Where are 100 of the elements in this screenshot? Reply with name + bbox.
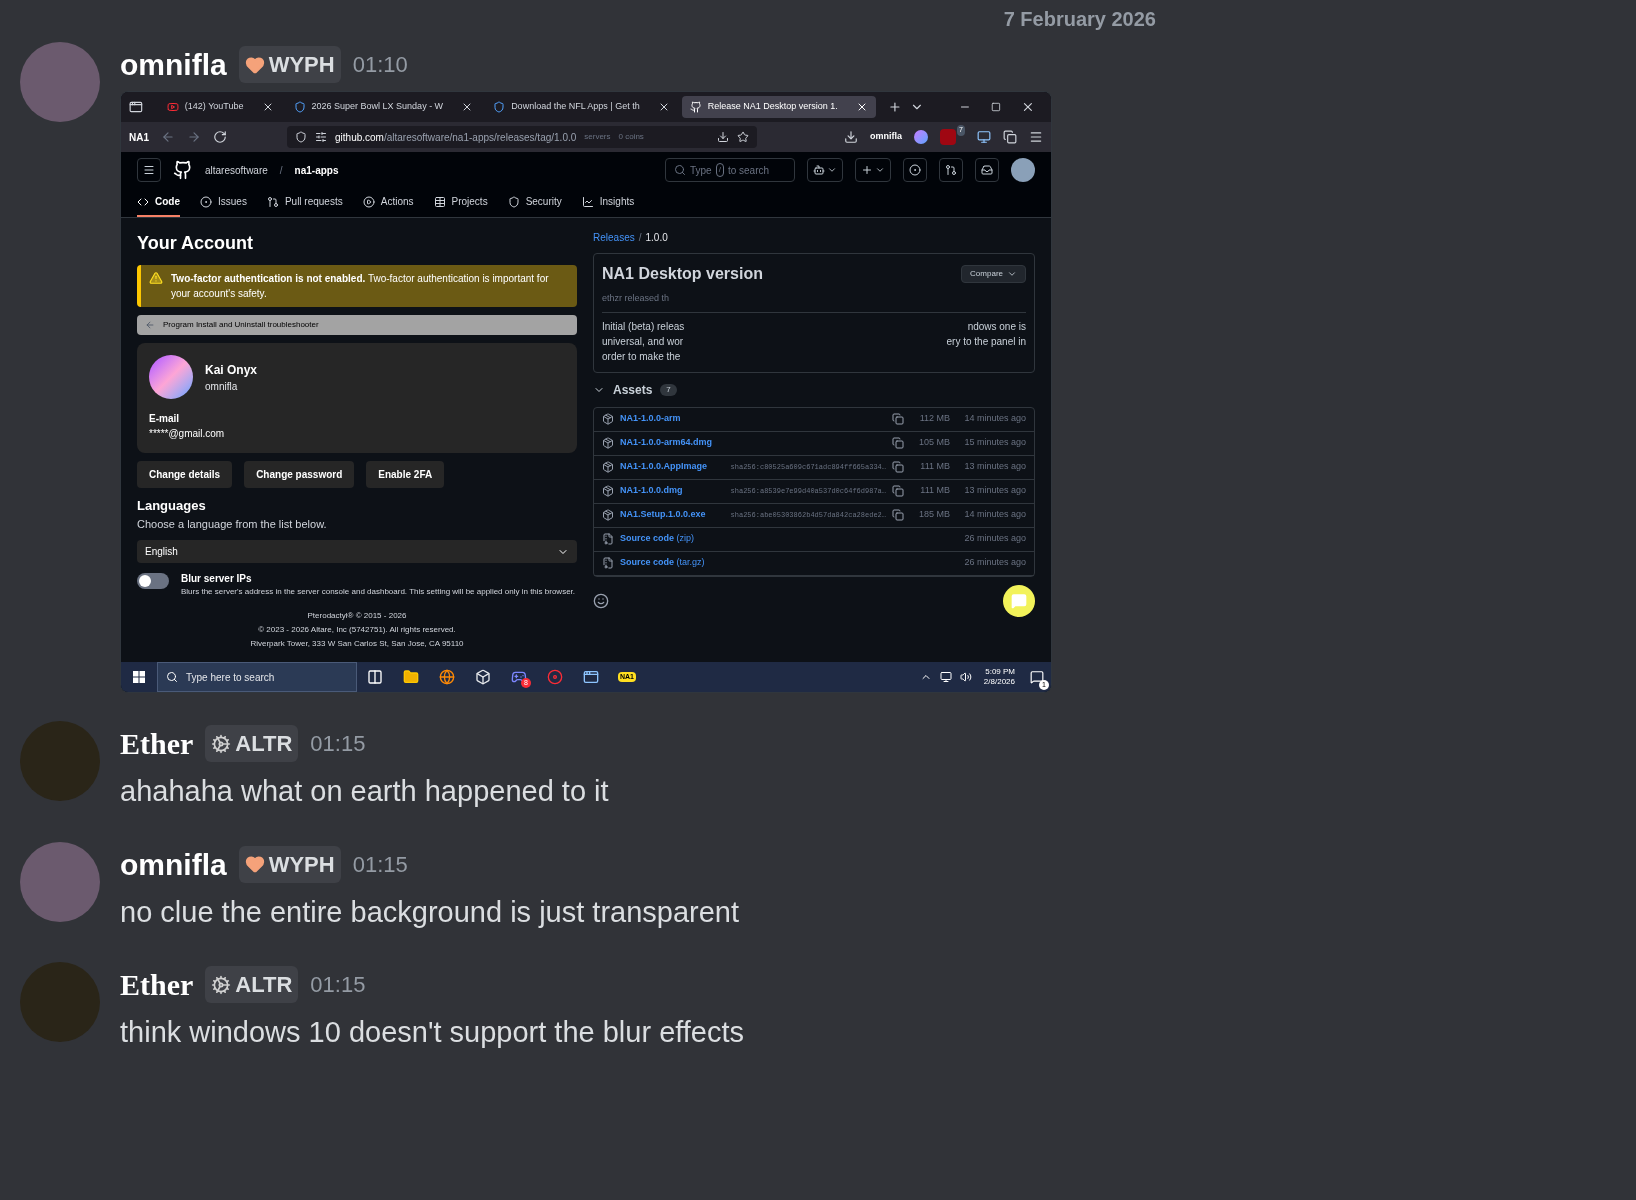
- video-icon: [166, 101, 179, 113]
- taskbar-search[interactable]: Type here to search: [157, 662, 357, 692]
- copy-icon[interactable]: [892, 437, 904, 449]
- asset-link[interactable]: Source code (tar.gz): [620, 556, 705, 570]
- create-button[interactable]: [855, 158, 891, 182]
- search-field[interactable]: Type / to search: [665, 158, 795, 182]
- menu-icon[interactable]: [1029, 130, 1043, 144]
- windows-logo: [133, 671, 145, 683]
- reaction-icon[interactable]: [593, 592, 609, 609]
- avatar: [149, 355, 193, 399]
- taskbar-clock[interactable]: 5:09 PM 2/8/2026: [983, 667, 1015, 687]
- breadcrumb-link[interactable]: Releases: [593, 230, 635, 245]
- permissions-icon: [315, 131, 327, 143]
- email-text: *****@gmail.com: [149, 427, 226, 441]
- zip-icon: [602, 557, 614, 569]
- menu-icon: [143, 164, 155, 176]
- repo-tab[interactable]: Security: [507, 188, 562, 217]
- asset-link[interactable]: NA1.Setup.1.0.0.exe: [620, 508, 706, 522]
- compare-button[interactable]: Compare: [961, 265, 1026, 283]
- package-icon: [602, 485, 614, 497]
- breadcrumb-separator: /: [638, 231, 642, 245]
- maximize-icon[interactable]: [991, 102, 1002, 112]
- message-text: ahahaha what on earth happened to it: [120, 774, 609, 809]
- asset-link[interactable]: NA1-1.0.0-arm: [620, 412, 681, 426]
- download-icon[interactable]: [844, 130, 859, 144]
- back-icon[interactable]: [161, 130, 175, 144]
- user-avatar[interactable]: [1011, 158, 1035, 182]
- copy-icon[interactable]: [892, 509, 904, 521]
- bookmark-icon[interactable]: [737, 131, 749, 143]
- network-icon[interactable]: [939, 671, 952, 683]
- menu-button[interactable]: [137, 158, 161, 182]
- pull-request-icon: [266, 195, 279, 208]
- page-title: Your Account: [137, 232, 254, 255]
- tab-overview-icon[interactable]: [129, 100, 143, 114]
- chat-bubble-button[interactable]: [1003, 584, 1035, 617]
- heart-icon: [244, 854, 265, 874]
- repo-owner[interactable]: altaresoftware: [205, 162, 268, 178]
- release-text: Initial (beta) releas: [602, 319, 685, 334]
- repo-tab[interactable]: Issues: [200, 188, 247, 217]
- gear-icon: [211, 733, 232, 754]
- close-icon[interactable]: [1021, 100, 1035, 114]
- pull-requests-button[interactable]: [939, 158, 963, 182]
- browser-tab[interactable]: Download the NFL Apps | Get th: [485, 96, 678, 118]
- repo-tab[interactable]: Pull requests: [266, 188, 343, 217]
- asset-link[interactable]: Source code (zip): [620, 532, 695, 546]
- timestamp: 01:15: [310, 730, 366, 758]
- caret-icon: [1007, 269, 1017, 279]
- release-author: ethzr released th: [602, 292, 671, 305]
- reload-icon[interactable]: [213, 130, 227, 144]
- language-select[interactable]: English: [137, 540, 577, 563]
- asset-size: 111 MB: [919, 460, 950, 474]
- release-text: order to make the: [602, 349, 682, 364]
- account-button[interactable]: Change password: [244, 461, 355, 488]
- toggle-switch[interactable]: [137, 573, 169, 589]
- copy-icon[interactable]: [892, 461, 904, 473]
- count-badge: 7: [660, 383, 677, 396]
- account-button[interactable]: Change details: [137, 461, 233, 488]
- repo-name[interactable]: na1-apps: [294, 162, 339, 178]
- repo-tab[interactable]: Projects: [433, 188, 488, 217]
- asset-size: 112 MB: [918, 412, 950, 426]
- asset-link[interactable]: NA1-1.0.0.AppImage: [620, 460, 708, 474]
- zip-icon: [602, 533, 614, 545]
- release-text: universal, and wor: [602, 334, 685, 349]
- package-icon: [602, 461, 614, 473]
- table-icon: [433, 195, 446, 208]
- asset-link[interactable]: NA1-1.0.0.dmg: [620, 484, 683, 498]
- section-description: Choose a language from the list below.: [137, 516, 328, 532]
- issue-icon: [909, 164, 921, 176]
- copy-icon[interactable]: [892, 413, 904, 425]
- search-icon: [674, 164, 686, 176]
- copy-icon[interactable]: [892, 485, 904, 497]
- asset-size: 105 MB: [917, 436, 950, 450]
- browser-tab[interactable]: Release NA1 Desktop version 1.: [681, 96, 876, 118]
- tab-title: Release NA1 Desktop version 1.: [707, 100, 838, 114]
- browser-tab[interactable]: 2026 Super Bowl LX Sunday - W: [285, 96, 482, 118]
- breadcrumb-current: 1.0.0: [645, 231, 668, 245]
- address-bar[interactable]: github.com/altaresoftware/na1-apps/releases/tag/1.0.0 servers 0 coins: [287, 126, 757, 148]
- extension-icon[interactable]: [977, 130, 991, 144]
- extensions-icon[interactable]: [1003, 130, 1017, 144]
- copilot-button[interactable]: [807, 158, 843, 182]
- browser-tab[interactable]: (142) YouTube: [158, 96, 282, 118]
- volume-icon[interactable]: [959, 671, 972, 683]
- message-text: think windows 10 doesn't support the blur effects: [120, 1015, 745, 1050]
- extension-logo[interactable]: NA1: [129, 129, 149, 145]
- plus-icon: [861, 164, 873, 176]
- asset-link[interactable]: NA1-1.0.0-arm64.dmg: [620, 436, 713, 450]
- username: Ether: [120, 726, 194, 762]
- install-icon[interactable]: [717, 131, 729, 143]
- issues-button[interactable]: [903, 158, 927, 182]
- inbox-button[interactable]: [975, 158, 999, 182]
- gear-icon: [211, 974, 232, 995]
- profile-avatar[interactable]: [914, 130, 929, 144]
- repo-tab[interactable]: Code: [137, 188, 180, 217]
- forward-icon[interactable]: [187, 130, 201, 144]
- repo-tab[interactable]: Insights: [581, 188, 635, 217]
- repo-tab[interactable]: Actions: [362, 188, 414, 217]
- chat-icon: [1011, 592, 1027, 609]
- new-tab-icon[interactable]: [887, 100, 902, 114]
- globe-icon: [439, 669, 455, 685]
- account-button[interactable]: Enable 2FA: [366, 461, 445, 488]
